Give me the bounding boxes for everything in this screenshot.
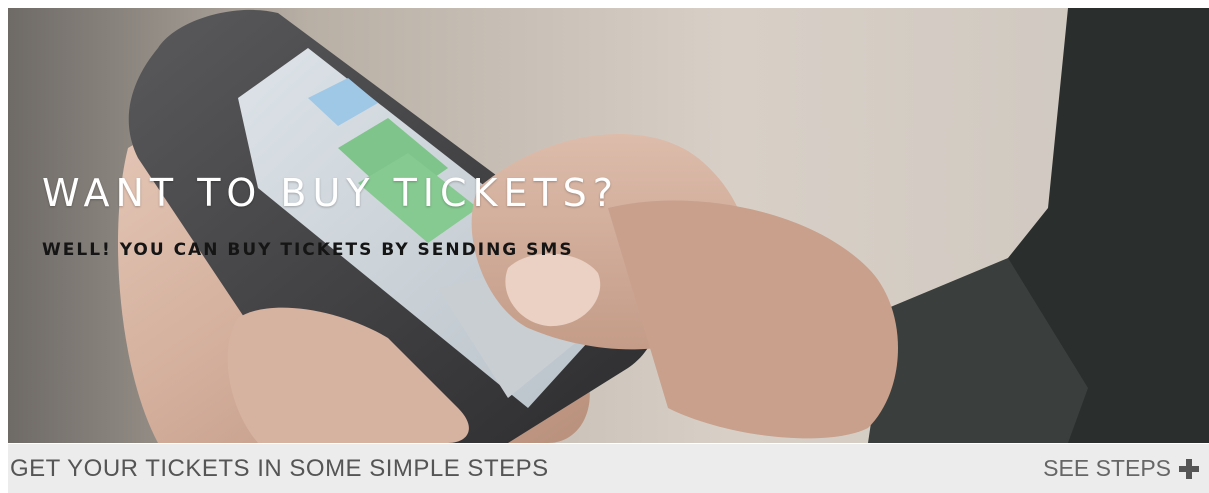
hero-subtitle: WELL! YOU CAN BUY TICKETS BY SENDING SMS [42,240,574,260]
steps-bar: GET YOUR TICKETS IN SOME SIMPLE STEPS SE… [8,444,1209,493]
steps-bar-text: GET YOUR TICKETS IN SOME SIMPLE STEPS [10,454,549,482]
see-steps-label: SEE STEPS [1043,455,1171,481]
hero-title: WANT TO BUY TICKETS? [42,171,619,215]
hero-photo-hand-holding-phone [8,8,1209,443]
plus-icon [1179,458,1199,479]
page-frame: WANT TO BUY TICKETS? WELL! YOU CAN BUY T… [8,8,1209,493]
hero-banner: WANT TO BUY TICKETS? WELL! YOU CAN BUY T… [8,8,1209,443]
see-steps-button[interactable]: SEE STEPS [1043,455,1199,482]
